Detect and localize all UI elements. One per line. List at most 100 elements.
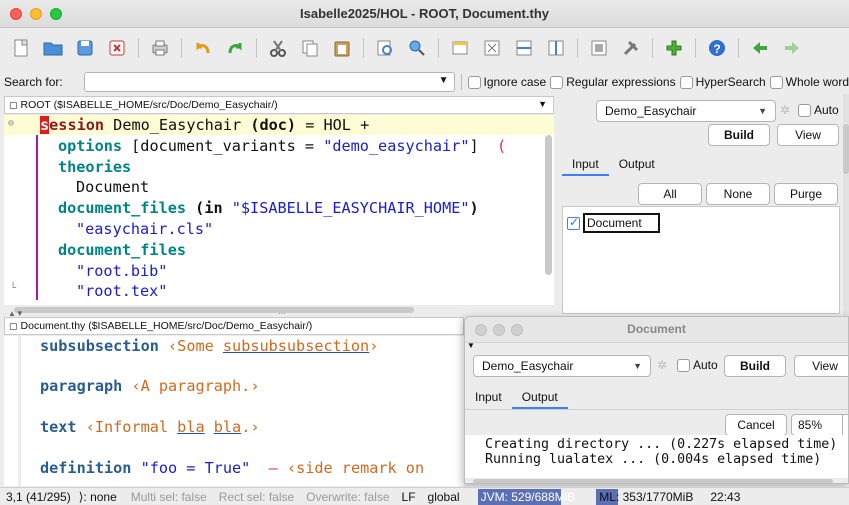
search-bar: Search for: ▼ Ignore case Regular expres… <box>0 70 849 94</box>
regex-checkbox[interactable]: Regular expressions <box>550 75 676 89</box>
top-horizontal-scrollbar[interactable] <box>14 307 414 313</box>
doc-build-button[interactable]: Build <box>724 355 786 377</box>
zoom-select[interactable]: 85% ▼ <box>791 414 848 436</box>
hypersearch-checkbox[interactable]: HyperSearch <box>679 75 766 89</box>
search-history-dropdown[interactable]: ▼ <box>439 75 449 86</box>
open-folder-icon[interactable] <box>40 35 66 61</box>
status-bar: 3,1 (41/295) ⟩: none Multi sel: false Re… <box>0 487 849 505</box>
gutter <box>18 336 21 486</box>
toolbar-separator <box>738 38 739 58</box>
search-label: Search for: <box>4 75 63 89</box>
spinner-icon: ✲ <box>780 103 791 117</box>
chevron-down-icon: ▼ <box>538 99 547 109</box>
caret-position[interactable]: 3,1 (41/295) <box>6 490 71 504</box>
console-line: Creating directory ... (0.227s elapsed t… <box>485 437 838 452</box>
side-tabs: Input Output <box>562 152 665 176</box>
split-horizontal-icon[interactable] <box>511 35 537 61</box>
mode-indicator: ⟩: none <box>78 489 117 504</box>
clock: 22:43 <box>710 489 741 504</box>
menu-arrow-icon[interactable]: ▼ <box>467 341 475 350</box>
paste-icon[interactable] <box>329 35 355 61</box>
tab-output[interactable]: Output <box>511 385 568 409</box>
code-line: Document <box>76 178 150 196</box>
spinner-icon: ✲ <box>657 358 668 372</box>
purge-button[interactable]: Purge <box>774 183 838 205</box>
copy-icon[interactable] <box>297 35 323 61</box>
code-line: subsubsection ‹Some subsubsubsection› <box>40 337 379 355</box>
save-icon[interactable] <box>72 35 98 61</box>
cut-icon[interactable] <box>265 35 291 61</box>
window-title: Isabelle2025/HOL - ROOT, Document.thy <box>300 6 549 21</box>
code-line: session Demo_Easychair (doc) = HOL + <box>40 116 370 134</box>
output-console[interactable]: Creating directory ... (0.227s elapsed t… <box>465 435 848 483</box>
ignore-case-checkbox[interactable]: Ignore case <box>467 75 546 89</box>
code-line: theories <box>58 158 132 176</box>
fold-icon[interactable]: ⊖ <box>8 118 14 129</box>
build-button[interactable]: Build <box>708 124 770 146</box>
print-icon[interactable] <box>147 35 173 61</box>
options-icon[interactable] <box>618 35 644 61</box>
line-separator-status[interactable]: LF <box>402 490 416 504</box>
bottom-buffer-switcher[interactable]: ▢ Document.thy ($ISABELLE_HOME/src/Doc/D… <box>4 317 464 335</box>
rect-select-status[interactable]: Rect sel: false <box>219 490 294 504</box>
buffer-icon: ▢ <box>9 320 18 331</box>
bottom-text-area[interactable]: subsubsection ‹Some subsubsubsection› pa… <box>4 336 464 486</box>
new-view-icon[interactable] <box>447 35 473 61</box>
code-line: "easychair.cls" <box>76 220 214 238</box>
jvm-memory-indicator[interactable]: JVM: 529/688MiB <box>470 488 579 505</box>
side-scroll-track <box>843 94 849 316</box>
tab-output[interactable]: Output <box>609 152 665 176</box>
redo-icon[interactable] <box>222 35 248 61</box>
ml-memory-indicator[interactable]: ML: 353/1770MiB <box>588 488 696 505</box>
doc-session-select[interactable]: Demo_Easychair ▼ <box>473 355 651 377</box>
split-vertical-icon[interactable] <box>543 35 569 61</box>
toolbar: ? <box>0 28 849 68</box>
toolbar-separator <box>256 38 257 58</box>
back-icon[interactable] <box>747 35 773 61</box>
toolbar-separator <box>138 38 139 58</box>
gutter <box>4 115 40 305</box>
all-button[interactable]: All <box>638 183 702 205</box>
code-line: text ‹Informal bla bla.› <box>40 418 260 436</box>
side-vertical-scrollbar[interactable] <box>843 124 849 174</box>
code-line: paragraph ‹A paragraph.› <box>40 377 260 395</box>
console-horizontal-scrollbar[interactable] <box>473 479 833 483</box>
help-icon[interactable]: ? <box>704 35 730 61</box>
code-line: "root.bib" <box>76 262 168 280</box>
chevron-down-icon: ▼ <box>758 106 767 116</box>
code-line: "root.tex" <box>76 282 168 300</box>
search-input[interactable]: ▼ <box>84 72 455 92</box>
split-icon[interactable] <box>479 35 505 61</box>
replace-icon[interactable] <box>404 35 430 61</box>
doc-auto-checkbox[interactable]: Auto <box>677 358 718 372</box>
code-line: document_files (in "$ISABELLE_EASYCHAIR_… <box>58 199 479 217</box>
auto-checkbox[interactable]: Auto <box>798 103 839 117</box>
none-button[interactable]: None <box>706 183 770 205</box>
view-button[interactable]: View <box>777 124 839 146</box>
close-icon[interactable] <box>104 35 130 61</box>
top-buffer-switcher[interactable]: ▢ ROOT ($ISABELLE_HOME/src/Doc/Demo_Easy… <box>4 96 554 114</box>
unsplit-icon[interactable] <box>586 35 612 61</box>
find-icon[interactable] <box>372 35 398 61</box>
doc-view-button[interactable]: View <box>794 355 848 377</box>
plugin-icon[interactable] <box>661 35 687 61</box>
document-window: Document ▼ Demo_Easychair ▼ ✲ Auto Build… <box>464 316 849 484</box>
top-text-area[interactable]: ⊖ └ session Demo_Easychair (doc) = HOL +… <box>4 115 554 305</box>
new-file-icon[interactable] <box>8 35 34 61</box>
fold-end-icon: └ <box>10 283 17 294</box>
whole-word-checkbox[interactable]: Whole word <box>769 75 849 89</box>
cancel-button[interactable]: Cancel <box>725 414 787 436</box>
tab-input[interactable]: Input <box>465 385 512 409</box>
document-window-title-bar: Document <box>465 317 848 343</box>
structure-marker <box>36 135 38 300</box>
overwrite-status[interactable]: Overwrite: false <box>306 490 389 504</box>
undo-icon[interactable] <box>190 35 216 61</box>
toolbar-separator <box>438 38 439 58</box>
multi-select-status[interactable]: Multi sel: false <box>131 490 207 504</box>
forward-icon[interactable] <box>779 35 805 61</box>
checkbox-checked-icon[interactable] <box>567 215 580 230</box>
tab-input[interactable]: Input <box>562 152 609 176</box>
top-vertical-scrollbar[interactable] <box>545 135 552 275</box>
list-item[interactable]: Document <box>567 213 660 233</box>
session-select[interactable]: Demo_Easychair ▼ <box>596 100 776 122</box>
